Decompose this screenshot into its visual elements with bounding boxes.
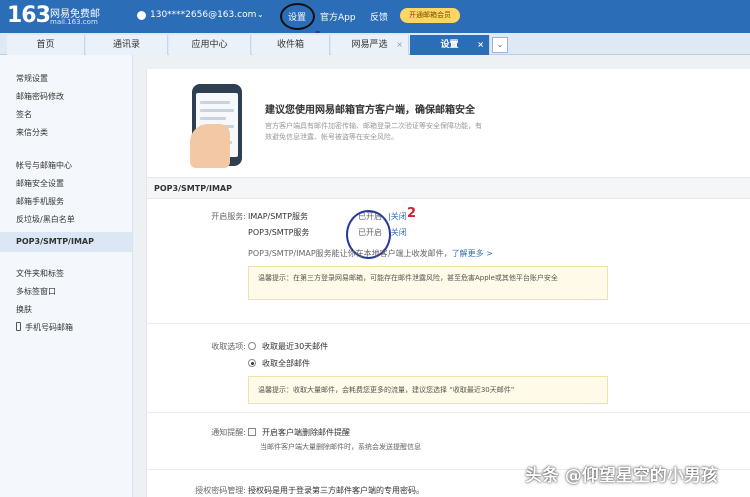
option-label: 收取最近30天邮件 [262, 342, 329, 351]
main-content: 建议您使用网易邮箱官方客户端，确保邮箱安全 官方客户端具有邮件加密传输、邮箱登录… [133, 55, 750, 497]
client-banner: 建议您使用网易邮箱官方客户端，确保邮箱安全 官方客户端具有邮件加密传输、邮箱登录… [147, 69, 750, 169]
hand-illustration-icon [190, 124, 230, 168]
sidebar-item-general[interactable]: 常规设置 [0, 70, 132, 88]
close-icon[interactable]: × [477, 35, 484, 55]
notify-label: 通知提醒: [211, 428, 246, 437]
auth-text: 授权码是用于登录第三方邮件客户端的专用密码。 [248, 486, 424, 495]
tab-yanxuan[interactable]: 网易严选 × [331, 35, 409, 55]
annotation-circle-1 [280, 3, 315, 30]
notify-note: 当邮件客户端大量删除邮件时，系统会发送提醒信息 [260, 443, 421, 451]
banner-title: 建议您使用网易邮箱官方客户端，确保邮箱安全 [265, 105, 475, 116]
tab-label: 应用中心 [191, 40, 228, 50]
feedback-link[interactable]: 反馈 [370, 10, 388, 23]
watermark: 头条 @仰望星空的小男孩 [525, 466, 718, 486]
service-label: 开启服务: [211, 212, 246, 221]
sidebar-item-skin[interactable]: 换肤 [0, 301, 132, 319]
pop3-service-name: POP3/SMTP服务 [248, 228, 310, 237]
divider [147, 412, 750, 413]
tab-bar: 首页 通讯录 应用中心 收件箱 网易严选 × 设置 × ⌄ [0, 33, 750, 55]
chevron-down-icon[interactable]: ⌄ [257, 10, 264, 19]
tab-label: 首页 [36, 40, 55, 50]
imap-close-link[interactable]: |关闭 [388, 211, 407, 222]
sidebar-item-signature[interactable]: 签名 [0, 106, 132, 124]
security-tip: 温馨提示：在第三方登录网易邮箱，可能存在邮件泄露风险，甚至危害Apple或其他平… [248, 266, 608, 300]
delete-alert-checkbox-row[interactable]: 开启客户端删除邮件提醒 [248, 427, 350, 438]
receive-30-days-option[interactable]: 收取最近30天邮件 [248, 341, 328, 352]
open-vip-button[interactable]: 开通邮箱会员 [400, 8, 460, 23]
banner-description: 官方客户端具有邮件加密传输、邮箱登录二次验证等安全保障功能，有效避免信息泄露、帐… [265, 122, 482, 141]
sidebar-item-account-center[interactable]: 帐号与邮箱中心 [0, 157, 132, 175]
sidebar-item-mobile-service[interactable]: 邮箱手机服务 [0, 193, 132, 211]
settings-panel: 建议您使用网易邮箱官方客户端，确保邮箱安全 官方客户端具有邮件加密传输、邮箱登录… [146, 69, 750, 497]
sidebar-item-multi-tab[interactable]: 多标签窗口 [0, 283, 132, 301]
service-help-text: POP3/SMTP/IMAP服务能让你在本地客户端上收发邮件，了解更多 > [248, 249, 493, 258]
annotation-number-2: 2 [407, 206, 417, 221]
logo-domain: mail.163.com [50, 18, 98, 26]
sidebar-item-password[interactable]: 邮箱密码修改 [0, 88, 132, 106]
tab-inbox[interactable]: 收件箱 [252, 35, 330, 55]
logo-number[interactable]: 163 [7, 3, 51, 28]
tab-label: 收件箱 [276, 40, 304, 50]
tab-label: 网易严选 [351, 40, 388, 50]
tab-label: 设置 [440, 40, 459, 50]
sidebar-item-folders-labels[interactable]: 文件夹和标签 [0, 265, 132, 283]
section-title: POP3/SMTP/IMAP [147, 177, 750, 199]
checkbox[interactable] [248, 428, 256, 436]
imap-service-name: IMAP/SMTP服务 [248, 212, 308, 221]
tab-contacts[interactable]: 通讯录 [86, 35, 168, 55]
close-label: 关闭 [390, 212, 407, 221]
sidebar-item-label: 手机号码邮箱 [25, 323, 73, 332]
user-email[interactable]: 130****2656@163.com [150, 10, 256, 20]
divider [147, 323, 750, 324]
settings-sidebar: 常规设置 邮箱密码修改 签名 来信分类 帐号与邮箱中心 邮箱安全设置 邮箱手机服… [0, 55, 133, 497]
traffic-tip: 温馨提示：收取大量邮件，会耗费您更多的流量，建议您选择 “收取最近30天邮件” [248, 376, 608, 404]
checkbox-label: 开启客户端删除邮件提醒 [262, 428, 350, 437]
auth-label: 授权密码管理: [195, 486, 246, 495]
radio-button[interactable] [248, 342, 256, 350]
sidebar-item-pop3-smtp-imap[interactable]: POP3/SMTP/IMAP [0, 232, 132, 252]
user-avatar-icon[interactable] [137, 11, 146, 20]
sidebar-item-antispam[interactable]: 反垃圾/黑白名单 [0, 211, 132, 229]
receive-label: 收取选项: [211, 342, 246, 351]
banner-qr-area [520, 75, 590, 163]
learn-more-link[interactable]: 了解更多 > [452, 249, 493, 258]
receive-all-option[interactable]: 收取全部邮件 [248, 358, 310, 369]
tab-label: 通讯录 [112, 40, 140, 50]
close-label: 关闭 [390, 228, 407, 237]
option-label: 收取全部邮件 [262, 359, 310, 368]
close-icon[interactable]: × [396, 35, 403, 55]
phone-icon [16, 322, 21, 331]
tab-home[interactable]: 首页 [7, 35, 85, 55]
sidebar-item-security[interactable]: 邮箱安全设置 [0, 175, 132, 193]
sidebar-item-phone-mailbox[interactable]: 手机号码邮箱 [0, 319, 132, 337]
tab-app-center[interactable]: 应用中心 [169, 35, 251, 55]
radio-button[interactable] [248, 359, 256, 367]
tab-settings[interactable]: 设置 × [410, 35, 490, 55]
official-app-link[interactable]: 官方App [320, 10, 356, 23]
chevron-down-icon[interactable]: ⌄ [492, 37, 508, 53]
sidebar-item-mail-rules[interactable]: 来信分类 [0, 124, 132, 142]
top-header: 163 网易免费邮 mail.163.com 130****2656@163.c… [0, 0, 750, 33]
